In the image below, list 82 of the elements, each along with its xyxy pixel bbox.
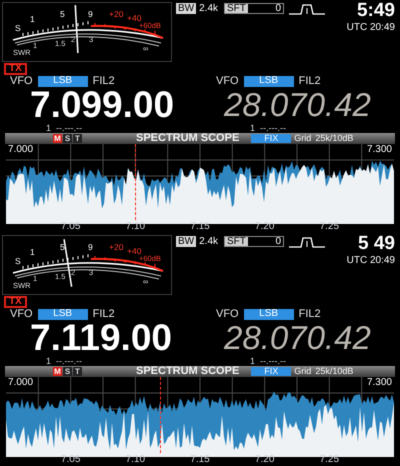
vfo-label: VFO (216, 76, 239, 87)
axis-label: 7.20 (254, 222, 274, 232)
memo-frequency: --.---.-- (56, 124, 82, 134)
memo-frequency: --.---.-- (56, 357, 82, 366)
scale-label: S (15, 23, 21, 33)
scope-title: SPECTRUM SCOPE (136, 133, 240, 144)
axis-label: 7.25 (320, 222, 340, 232)
scale-label: 9 (88, 242, 93, 252)
scale-label: 1 (30, 14, 35, 24)
bw-label: BW (176, 236, 196, 247)
filter-shape-icon (289, 3, 326, 15)
sft-value: 0 (275, 236, 282, 246)
scale-label: +20 (109, 242, 124, 252)
vfo-label: VFO (216, 308, 239, 320)
fix-badge: FIX (251, 367, 292, 376)
grid-label: Grid (294, 367, 312, 376)
scope-mode-tab[interactable]: T (73, 367, 82, 376)
memo-channel: 1 (250, 357, 256, 366)
axis-label: 7.10 (126, 222, 146, 232)
filter-label: FIL2 (298, 76, 321, 87)
frequency-display: 28.070.42 (224, 320, 371, 354)
axis-label: 7.05 (60, 222, 80, 232)
axis-label: 7.05 (60, 455, 80, 466)
vfo-label: VFO (10, 308, 33, 320)
scope-mode-tab[interactable]: S (63, 134, 72, 144)
mode-badge: LSB (38, 308, 88, 320)
filter-shape-icon (289, 236, 326, 248)
start-frequency: 7.000 (8, 378, 34, 388)
frequency-display: 7.099.00 (30, 86, 174, 123)
bw-value: 2.4k (198, 236, 220, 246)
scope-title: SPECTRUM SCOPE (136, 366, 240, 378)
filter-label: FIL2 (92, 308, 115, 320)
mode-badge: LSB (38, 76, 88, 87)
scale-label: 5 (60, 242, 65, 252)
memo-channel: 1 (46, 124, 52, 134)
end-frequency: 7.300 (366, 145, 392, 156)
frequency-display: 7.119.00 (30, 318, 172, 356)
memo-frequency: --.---.-- (260, 124, 286, 134)
mode-badge: LSB (244, 308, 294, 320)
start-frequency: 7.000 (8, 145, 34, 156)
clock-time: 5 49 (358, 234, 395, 253)
memo-channel: 1 (250, 124, 256, 134)
bw-value: 2.4k (198, 4, 220, 14)
fix-badge: FIX (251, 134, 292, 144)
bw-label: BW (176, 3, 196, 14)
scale-label: 1 (30, 247, 35, 257)
end-frequency: 7.300 (366, 378, 392, 388)
scale-ticks-drawing (22, 254, 88, 270)
grid-value: 25k/10dB (315, 134, 354, 144)
axis-label: 7.10 (126, 455, 146, 466)
utc-time: UTC 20:49 (346, 23, 395, 33)
filter-label: FIL2 (298, 308, 321, 320)
utc-time: UTC 20:49 (346, 256, 395, 266)
scale-label: 9 (88, 9, 93, 19)
axis-label: 7.15 (190, 455, 210, 466)
filter-label: FIL2 (92, 76, 115, 87)
scale-label: +40 (127, 246, 142, 256)
tx-indicator: TX (4, 296, 27, 308)
scope-mode-tab[interactable]: M (53, 367, 62, 376)
axis-label: 7.20 (254, 455, 274, 466)
scale-label: 5 (60, 9, 65, 19)
grid-value: 25k/10dB (315, 367, 354, 376)
axis-label: 7.25 (320, 455, 340, 466)
mode-badge: LSB (244, 76, 294, 87)
frequency-display: 28.070.42 (224, 88, 371, 121)
sft-label: SFT (225, 237, 248, 246)
scope-mode-tab[interactable]: T (73, 134, 82, 144)
scale-ticks-drawing (22, 20, 88, 36)
memo-channel: 1 (46, 357, 52, 366)
scope-mode-tab[interactable]: S (63, 367, 72, 376)
clock-time: 5:49 (356, 1, 395, 20)
vfo-label: VFO (10, 76, 33, 87)
grid-label: Grid (294, 134, 312, 144)
sft-value: 0 (275, 4, 282, 14)
axis-label: 7.15 (190, 222, 210, 232)
scale-label: S (15, 256, 21, 266)
scope-mode-tab[interactable]: M (53, 134, 62, 144)
tx-indicator: TX (4, 62, 27, 75)
sft-label: SFT (225, 4, 248, 13)
memo-frequency: --.---.-- (260, 357, 286, 366)
scale-label: +40 (127, 13, 142, 23)
scale-label: +20 (109, 9, 124, 19)
